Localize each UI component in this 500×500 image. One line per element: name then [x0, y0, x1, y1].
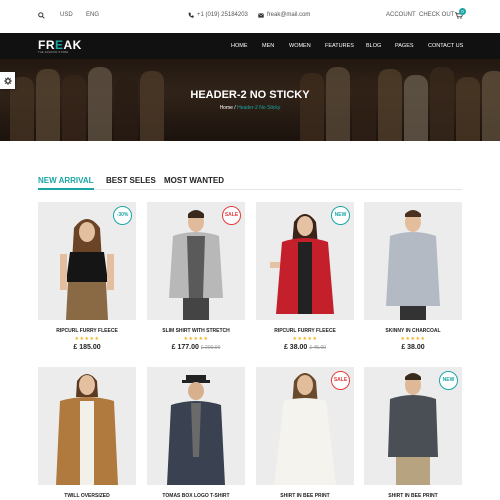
nav-features[interactable]: FEATURES — [325, 43, 354, 49]
product-image[interactable] — [147, 367, 245, 485]
product-image[interactable] — [38, 367, 136, 485]
product-image[interactable]: NEW — [364, 367, 462, 485]
email-info: freak@mail.com — [258, 12, 310, 18]
account-link[interactable]: ACCOUNT — [386, 12, 416, 18]
product-name[interactable]: TWILL OVERSIZED — [38, 493, 136, 499]
new-badge: NEW — [439, 371, 458, 390]
product-image[interactable]: NEW — [256, 202, 354, 320]
hero-banner: HEADER-2 NO STICKY Home / Header-2 No St… — [0, 59, 500, 141]
sale-badge: SALE — [331, 371, 350, 390]
product-name[interactable]: RIPCURL FURRY FLEECE — [38, 328, 136, 334]
new-badge: NEW — [331, 206, 350, 225]
nav-pages[interactable]: PAGES — [395, 43, 414, 49]
mail-icon — [258, 12, 264, 18]
product-image[interactable]: SALE — [147, 202, 245, 320]
nav-men[interactable]: MEN — [262, 43, 274, 49]
tab-most-wanted[interactable]: MOST WANTED — [164, 176, 224, 185]
rating-stars: ★★★★★ — [74, 336, 100, 342]
product-price: £ 38.00 £ 45.00 — [283, 344, 327, 351]
language-select[interactable]: ENG — [86, 12, 99, 18]
product-image[interactable] — [364, 202, 462, 320]
product-price: £ 177.00 £ 200.00 — [171, 344, 221, 351]
tab-active-indicator — [38, 188, 94, 190]
tab-new-arrival[interactable]: NEW ARRIVAL — [38, 176, 94, 185]
cart-count-badge: 0 — [459, 8, 466, 15]
old-price: £ 45.00 — [309, 345, 327, 351]
product-name[interactable]: SLIM SHIRT WITH STRETCH — [147, 328, 245, 334]
rating-stars: ★★★★★ — [400, 336, 426, 342]
nav-home[interactable]: HOME — [231, 43, 248, 49]
phone-icon — [188, 12, 194, 18]
rating-stars: ★★★★★ — [292, 336, 318, 342]
phone-info: +1 (019) 25184203 — [188, 12, 248, 18]
gear-icon — [3, 76, 12, 85]
checkout-link[interactable]: CHECK OUT — [419, 12, 454, 18]
nav-blog[interactable]: BLOG — [366, 43, 381, 49]
product-name[interactable]: RIPCURL FURRY FLEECE — [256, 328, 354, 334]
tab-best-seles[interactable]: BEST SELES — [106, 176, 156, 185]
product-price: £ 38.00 — [401, 344, 425, 351]
product-image[interactable]: SALE — [256, 367, 354, 485]
old-price: £ 200.00 — [200, 345, 221, 351]
breadcrumb-current: Header-2 No Sticky — [237, 105, 281, 111]
search-icon[interactable] — [38, 12, 45, 19]
top-bar: USD ENG +1 (019) 25184203 freak@mail.com… — [0, 0, 500, 33]
product-name[interactable]: TOMAS BOX LOGO T-SHIRT — [147, 493, 245, 499]
breadcrumb-home[interactable]: Home — [220, 105, 233, 111]
nav-contact[interactable]: CONTACT US — [428, 43, 463, 49]
logo-tagline: THE FASHION STORE — [38, 51, 69, 54]
nav-women[interactable]: WOMEN — [289, 43, 311, 49]
settings-toggle[interactable] — [0, 72, 15, 89]
product-image[interactable]: -30% — [38, 202, 136, 320]
product-price: £ 185.00 — [73, 344, 101, 351]
sale-badge: SALE — [222, 206, 241, 225]
breadcrumb-separator: / — [234, 105, 236, 111]
product-name[interactable]: SKINNY IN CHARCOAL — [364, 328, 462, 334]
product-name[interactable]: SHIRT IN BEE PRINT — [256, 493, 354, 499]
product-name[interactable]: SHIRT IN BEE PRINT — [364, 493, 462, 499]
currency-select[interactable]: USD — [60, 12, 73, 18]
logo[interactable]: FREAK — [38, 38, 82, 52]
tab-divider — [38, 189, 462, 190]
main-nav: FREAK THE FASHION STORE HOME MEN WOMEN F… — [0, 33, 500, 59]
rating-stars: ★★★★★ — [183, 336, 209, 342]
discount-badge: -30% — [113, 206, 132, 225]
breadcrumb: Home / Header-2 No Sticky — [0, 105, 500, 111]
page-title: HEADER-2 NO STICKY — [190, 89, 310, 101]
